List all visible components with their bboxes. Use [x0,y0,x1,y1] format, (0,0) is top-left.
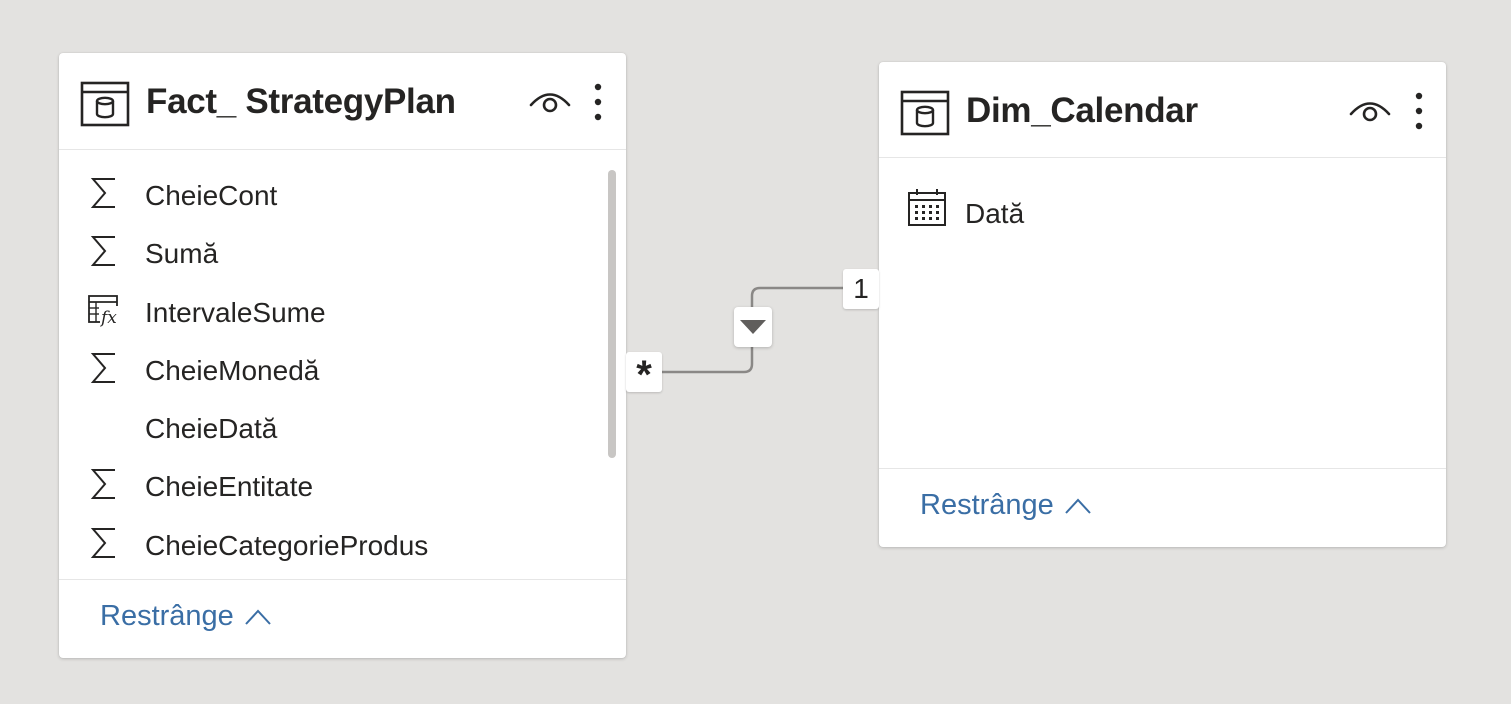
eye-icon[interactable] [1348,95,1392,125]
field-label: Sumă [145,238,219,270]
field-row-cheiecont[interactable]: CheieCont [59,171,626,229]
eye-icon[interactable] [528,86,572,116]
field-label: CheieMonedă [145,354,320,386]
table-header: Fact_ StrategyPlan [59,53,626,150]
table-icon [900,90,950,136]
field-row-cheieentitate[interactable]: CheieEntitate [59,462,626,520]
field-label: CheieCont [145,180,278,211]
field-label: CheieEntitate [145,471,314,503]
sigma-icon [90,236,115,267]
table-card-dim-calendar[interactable]: Dim_Calendar Dată Restrânge [879,62,1446,547]
svg-text:fx: fx [99,308,117,328]
cardinality-one-badge: 1 [843,269,879,309]
table-header: Dim_Calendar [879,62,1446,158]
more-options-icon[interactable] [588,82,608,122]
field-row-cheiemoneda[interactable]: CheieMonedă [59,346,626,404]
collapse-button[interactable]: Restrânge [100,600,272,633]
field-label: CheieCategorieProdus [145,529,429,561]
field-row-data[interactable]: Dată [879,189,1446,247]
sigma-icon [90,469,115,500]
field-row-cheiedata[interactable]: CheieDată [59,404,626,462]
calendar-icon [908,189,946,226]
field-label: CheieDată [145,413,278,445]
sigma-icon [90,352,115,383]
field-list-scrollbar[interactable] [608,170,616,458]
field-list: Dată [879,189,1446,247]
sigma-icon [90,178,115,208]
field-row-suma[interactable]: Sumă [59,229,626,287]
collapse-button[interactable]: Restrânge [920,489,1092,522]
field-label: Dată [965,198,1025,229]
table-card-fact-strategyplan[interactable]: Fact_ StrategyPlan CheieCont Sumă fx Int… [59,53,626,658]
calculated-column-icon: fx [88,294,122,328]
table-title: Fact_ StrategyPlan [146,82,456,121]
table-icon [80,81,130,127]
cardinality-many-badge: * [626,352,662,397]
more-options-icon[interactable] [1409,91,1429,131]
table-footer: Restrânge [879,468,1446,547]
sigma-icon [90,527,115,558]
field-row-cheiecategorieprodus[interactable]: CheieCategorieProdus [59,521,626,579]
table-footer: Restrânge [59,579,626,658]
chevron-up-icon [245,609,271,625]
field-label: IntervaleSume [145,296,326,328]
collapse-label: Restrânge [100,600,234,632]
table-title: Dim_Calendar [966,91,1198,130]
chevron-up-icon [1065,498,1091,514]
field-list: CheieCont Sumă fx IntervaleSume CheieMon… [59,171,626,579]
field-row-intervalesume[interactable]: fx IntervaleSume [59,288,626,346]
collapse-label: Restrânge [920,489,1054,521]
filter-direction-icon[interactable] [734,307,772,347]
